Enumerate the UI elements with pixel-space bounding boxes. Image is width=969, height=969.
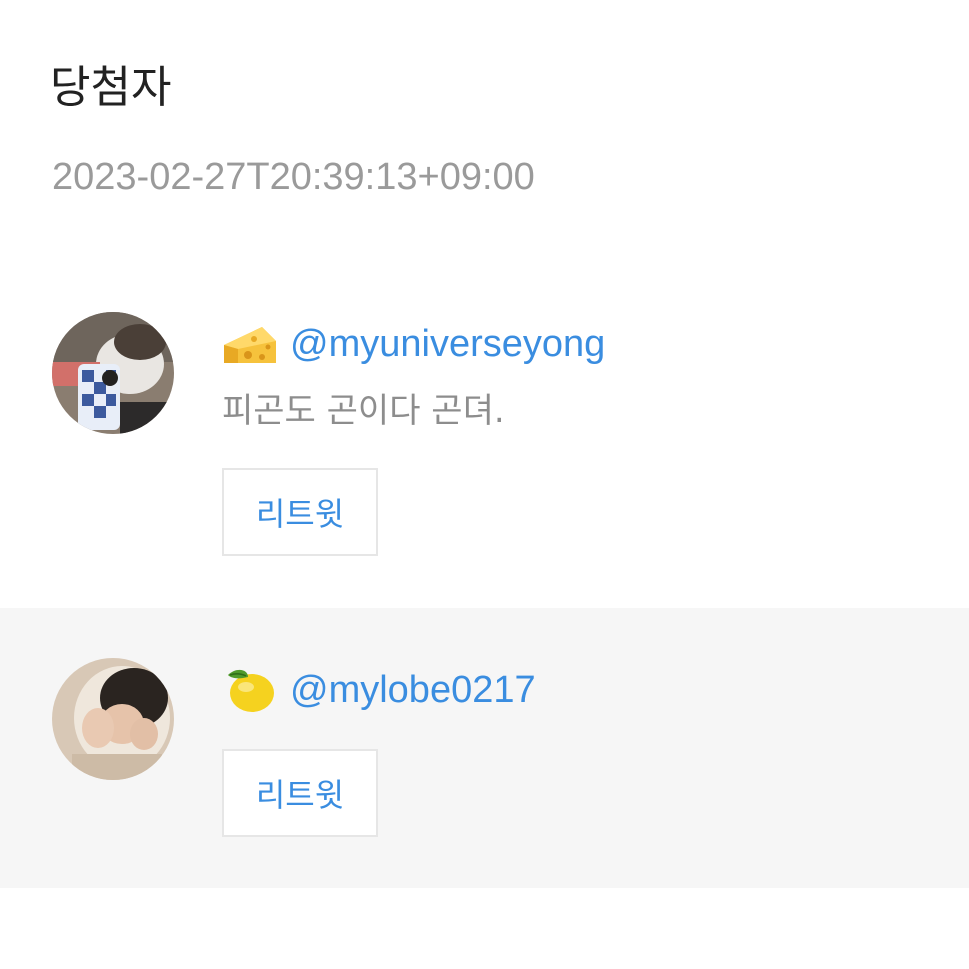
- retweet-button[interactable]: 리트윗: [222, 468, 378, 556]
- page-title: 당첨자: [50, 62, 172, 113]
- lemon-icon: [222, 665, 278, 715]
- timestamp: 2023-02-27T20:39:13+09:00: [52, 156, 535, 198]
- cheese-icon: [222, 319, 278, 369]
- winners-page: 당첨자 2023-02-27T20:39:13+09:00 @myunivers…: [0, 0, 969, 969]
- winner-handle-link[interactable]: @myuniverseyong: [290, 316, 605, 372]
- winner-row: @mylobe0217 리트윗: [0, 608, 969, 888]
- winner-row: @myuniverseyong 피곤도 곤이다 곤뎌. 리트윗: [0, 280, 969, 608]
- retweet-button[interactable]: 리트윗: [222, 749, 378, 837]
- winner-handle-link[interactable]: @mylobe0217: [290, 662, 536, 718]
- winner-handle-row: @mylobe0217: [222, 662, 536, 718]
- winner-comment: 피곤도 곤이다 곤뎌.: [222, 391, 505, 431]
- avatar[interactable]: [52, 312, 174, 434]
- avatar[interactable]: [52, 658, 174, 780]
- winner-handle-row: @myuniverseyong: [222, 316, 605, 372]
